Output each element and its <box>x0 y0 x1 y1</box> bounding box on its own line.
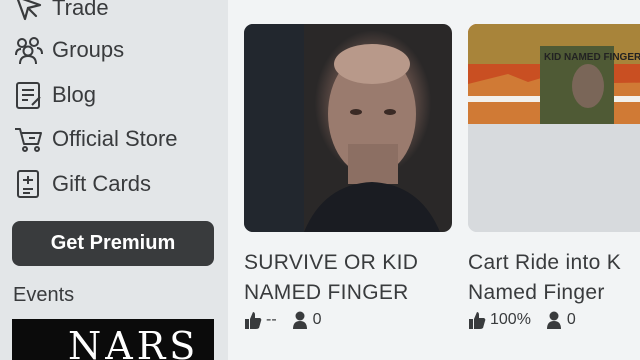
players-icon <box>545 310 563 330</box>
store-cart-icon <box>12 122 46 156</box>
blog-icon <box>12 78 46 112</box>
sidebar-item-trade[interactable]: Trade <box>12 0 109 28</box>
thumbnail-caption: KID NAMED FINGER <box>544 52 640 63</box>
sidebar-item-groups[interactable]: Groups <box>12 30 124 70</box>
game-title[interactable]: Cart Ride into K Named Finger <box>468 248 640 308</box>
sidebar-item-label: Trade <box>52 0 109 20</box>
game-stats: -- 0 <box>244 309 336 331</box>
game-card[interactable]: KID NAMED FINGER Cart Ride into K Named … <box>468 24 640 344</box>
player-count: 0 <box>566 311 576 328</box>
sidebar-item-label: Gift Cards <box>52 171 152 196</box>
get-premium-button[interactable]: Get Premium <box>12 221 214 266</box>
sidebar-item-official-store[interactable]: Official Store <box>12 119 178 159</box>
sidebar-item-gift-cards[interactable]: Gift Cards <box>12 164 151 204</box>
sidebar-item-label: Groups <box>52 37 125 62</box>
game-card[interactable]: SURVIVE OR KID NAMED FINGER -- 0 <box>244 24 454 344</box>
rating-value: 100% <box>490 311 531 328</box>
thumbs-up-icon <box>244 310 262 330</box>
groups-icon <box>12 33 46 67</box>
rating-value: -- <box>266 311 277 328</box>
sidebar: Trade Groups Blog Official Store Gift Ca… <box>0 0 228 360</box>
game-thumbnail-image: KID NAMED FINGER <box>468 24 640 232</box>
sidebar-item-label: Official Store <box>52 126 178 151</box>
sidebar-item-blog[interactable]: Blog <box>12 75 96 115</box>
events-banner-logo: NARS <box>68 324 200 360</box>
events-heading: Events <box>13 284 75 306</box>
gift-card-icon <box>12 167 46 201</box>
game-title-line: Cart Ride into K <box>468 251 622 274</box>
game-thumbnail[interactable] <box>244 24 452 232</box>
sidebar-item-label: Blog <box>52 82 97 107</box>
trade-icon <box>12 0 46 25</box>
game-stats: 100% 0 <box>468 309 590 331</box>
game-title[interactable]: SURVIVE OR KID NAMED FINGER <box>244 248 454 308</box>
game-title-line: Named Finger <box>468 281 605 304</box>
events-banner[interactable]: NARS <box>12 319 214 360</box>
portrait-image <box>244 24 440 232</box>
thumbs-up-icon <box>468 310 486 330</box>
game-thumbnail[interactable]: KID NAMED FINGER <box>468 24 640 232</box>
players-icon <box>291 310 309 330</box>
game-title-line: SURVIVE OR KID <box>244 251 419 274</box>
player-count: 0 <box>312 311 322 328</box>
game-title-line: NAMED FINGER <box>244 281 409 304</box>
